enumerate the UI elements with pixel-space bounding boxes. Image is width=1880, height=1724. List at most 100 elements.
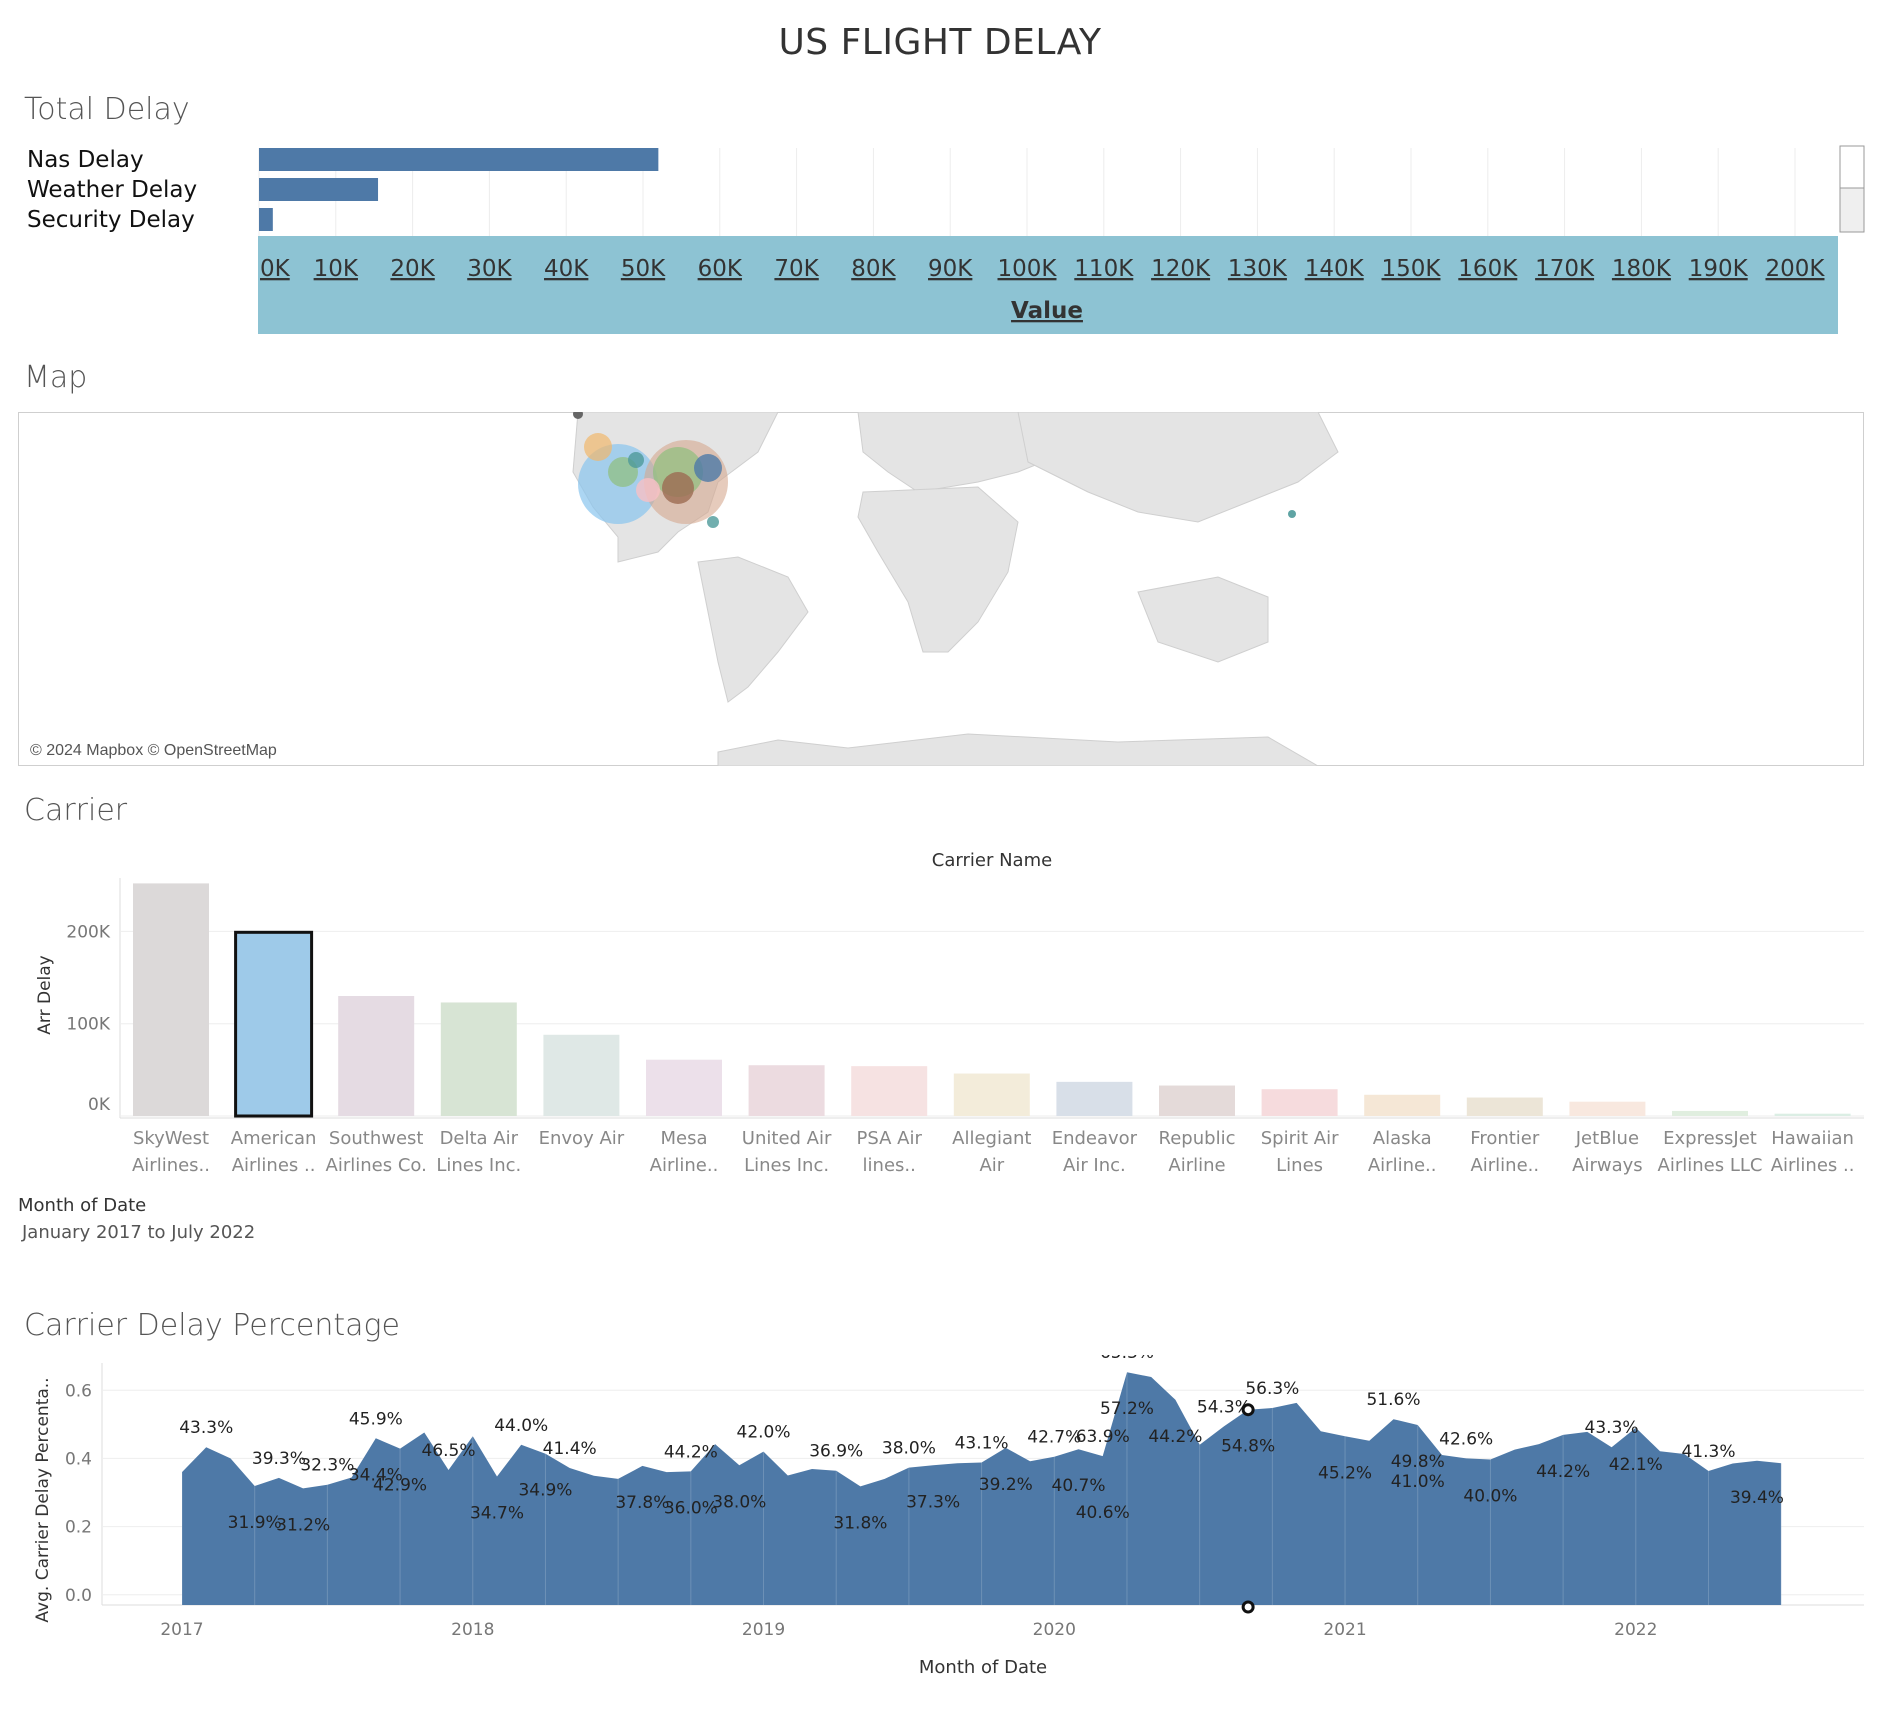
x-tick-label[interactable]: 200K: [1766, 256, 1826, 282]
carrier-label-line2[interactable]: Lines Inc.: [436, 1155, 521, 1176]
carrier-bar[interactable]: [338, 996, 415, 1116]
data-label: 40.7%: [1052, 1476, 1106, 1496]
category-label[interactable]: Weather Delay: [27, 177, 197, 203]
carrier-label-line2[interactable]: Airline..: [1470, 1155, 1539, 1176]
carrier-delay-pct-chart[interactable]: Avg. Carrier Delay Percenta.. 0.0 0.2 0.4 0…: [0, 1355, 1880, 1690]
x-tick-label[interactable]: 160K: [1458, 256, 1518, 282]
x-tick-label[interactable]: 100K: [998, 256, 1058, 282]
carrier-label-line2[interactable]: Airlines ..: [232, 1155, 316, 1176]
total-delay-chart[interactable]: Nas Delay Weather Delay Security Delay 0K 1…: [0, 140, 1880, 340]
data-label: 44.0%: [494, 1416, 548, 1436]
data-label: 31.2%: [276, 1515, 330, 1535]
delay-bar[interactable]: [259, 178, 379, 201]
carrier-bar[interactable]: [440, 1002, 517, 1116]
carrier-bar[interactable]: [1261, 1089, 1338, 1116]
x-tick-label[interactable]: 60K: [698, 256, 743, 282]
carrier-bar[interactable]: [543, 1034, 620, 1116]
map-attribution[interactable]: © 2024 Mapbox © OpenStreetMap: [26, 740, 281, 762]
data-label: 31.8%: [833, 1513, 887, 1533]
scrollbar-thumb[interactable]: [1839, 187, 1865, 233]
carrier-bar[interactable]: [1466, 1097, 1543, 1116]
carrier-label-line1[interactable]: Alaska: [1373, 1128, 1432, 1149]
filter-value[interactable]: January 2017 to July 2022: [22, 1222, 255, 1243]
carrier-label-line2[interactable]: Airlines ..: [1771, 1155, 1855, 1176]
x-tick-label: 2021: [1323, 1620, 1366, 1640]
carrier-label-line2[interactable]: Airline..: [1368, 1155, 1437, 1176]
selected-point-marker[interactable]: [1241, 1403, 1255, 1417]
carrier-label-line1[interactable]: JetBlue: [1575, 1128, 1639, 1149]
data-label: 34.7%: [470, 1504, 524, 1524]
carrier-label-line1[interactable]: United Air: [742, 1128, 832, 1149]
carrier-label-line2[interactable]: Airlines..: [132, 1155, 210, 1176]
carrier-bar[interactable]: [1672, 1110, 1748, 1116]
carrier-bar[interactable]: [1056, 1081, 1133, 1116]
carrier-label-line2[interactable]: Airline: [1168, 1155, 1225, 1176]
x-tick-label[interactable]: 10K: [314, 256, 359, 282]
carrier-label-line2[interactable]: Airline..: [650, 1155, 719, 1176]
map-view[interactable]: [18, 412, 1864, 766]
carrier-label-line1[interactable]: Hawaiian: [1771, 1128, 1854, 1149]
x-tick-label[interactable]: 140K: [1305, 256, 1365, 282]
carrier-label-line2[interactable]: Lines: [1276, 1155, 1323, 1176]
data-label: 42.1%: [1609, 1455, 1663, 1475]
carrier-label-line2[interactable]: Air Inc.: [1063, 1155, 1126, 1176]
carrier-label-line1[interactable]: Republic: [1159, 1128, 1236, 1149]
scrollbar-track[interactable]: [1839, 145, 1865, 189]
data-label: 42.7%: [1027, 1428, 1081, 1448]
carrier-label-line1[interactable]: American: [231, 1128, 317, 1149]
carrier-label-line2[interactable]: Airlines Co.: [326, 1155, 427, 1176]
data-label: 54.8%: [1221, 1437, 1275, 1457]
delay-bar[interactable]: [259, 148, 659, 171]
carrier-bar-chart[interactable]: Carrier Name Arr Delay 0K 100K 200K SkyWes…: [0, 840, 1880, 1190]
data-label: 31.9%: [228, 1513, 282, 1533]
x-tick-label[interactable]: 180K: [1612, 256, 1672, 282]
carrier-bar[interactable]: [1159, 1085, 1235, 1116]
carrier-bar[interactable]: [851, 1066, 928, 1116]
carrier-label-line2[interactable]: Airways: [1572, 1155, 1643, 1176]
selected-point-axis-marker[interactable]: [1241, 1600, 1255, 1614]
carrier-label-line1[interactable]: Allegiant: [952, 1128, 1031, 1149]
x-tick-label[interactable]: 190K: [1689, 256, 1749, 282]
x-tick-label[interactable]: 80K: [851, 256, 896, 282]
data-label: 42.9%: [373, 1476, 427, 1496]
data-label: 45.9%: [349, 1409, 403, 1429]
carrier-bar[interactable]: [646, 1059, 722, 1116]
carrier-bar[interactable]: [953, 1073, 1030, 1116]
category-label[interactable]: Security Delay: [27, 207, 195, 233]
x-tick-label[interactable]: 0K: [260, 256, 291, 282]
x-tick-label[interactable]: 120K: [1151, 256, 1211, 282]
carrier-bar[interactable]: [1774, 1113, 1851, 1116]
carrier-bar[interactable]: [748, 1065, 825, 1116]
carrier-bar[interactable]: [234, 930, 314, 1118]
x-tick-label[interactable]: 40K: [544, 256, 589, 282]
carrier-label-line1[interactable]: Endeavor: [1052, 1128, 1138, 1149]
x-tick-label[interactable]: 150K: [1382, 256, 1442, 282]
carrier-label-line2[interactable]: Air: [979, 1155, 1004, 1176]
carrier-label-line1[interactable]: Mesa: [660, 1128, 707, 1149]
carrier-label-line1[interactable]: ExpressJet: [1663, 1128, 1757, 1149]
x-tick-label[interactable]: 170K: [1535, 256, 1595, 282]
carrier-bar[interactable]: [133, 883, 209, 1116]
carrier-label-line2[interactable]: Airlines LLC: [1658, 1155, 1763, 1176]
carrier-label-line1[interactable]: Envoy Air: [539, 1128, 625, 1149]
category-label[interactable]: Nas Delay: [27, 147, 144, 173]
carrier-bar[interactable]: [1364, 1094, 1441, 1116]
carrier-label-line1[interactable]: Southwest: [329, 1128, 424, 1149]
delay-bar[interactable]: [259, 208, 273, 231]
x-tick-label[interactable]: 110K: [1074, 256, 1134, 282]
x-tick-label[interactable]: 90K: [928, 256, 973, 282]
carrier-label-line1[interactable]: Frontier: [1470, 1128, 1540, 1149]
carrier-bar[interactable]: [1569, 1101, 1646, 1116]
x-tick-label[interactable]: 50K: [621, 256, 666, 282]
x-tick-label[interactable]: 30K: [467, 256, 512, 282]
x-tick-label: 2018: [451, 1620, 494, 1640]
carrier-label-line1[interactable]: Spirit Air: [1261, 1128, 1339, 1149]
carrier-label-line2[interactable]: Lines Inc.: [744, 1155, 829, 1176]
carrier-label-line1[interactable]: Delta Air: [440, 1128, 519, 1149]
x-tick-label[interactable]: 70K: [774, 256, 819, 282]
x-tick-label[interactable]: 130K: [1228, 256, 1288, 282]
carrier-label-line1[interactable]: PSA Air: [857, 1128, 923, 1149]
carrier-label-line2[interactable]: lines..: [863, 1155, 916, 1176]
carrier-label-line1[interactable]: SkyWest: [133, 1128, 209, 1149]
x-tick-label[interactable]: 20K: [390, 256, 435, 282]
